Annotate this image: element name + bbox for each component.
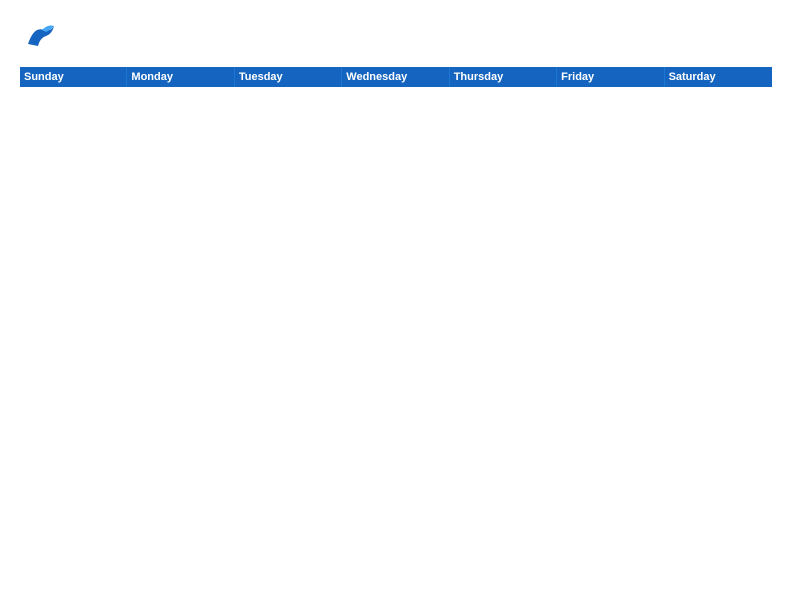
weekday-header-wednesday: Wednesday (342, 67, 449, 87)
calendar-body (20, 87, 772, 602)
logo-icon (20, 16, 58, 59)
calendar-header: SundayMondayTuesdayWednesdayThursdayFrid… (20, 67, 772, 87)
header (20, 16, 772, 59)
weekday-header-saturday: Saturday (665, 67, 772, 87)
weekday-header-monday: Monday (127, 67, 234, 87)
logo (20, 16, 62, 59)
weekday-header-friday: Friday (557, 67, 664, 87)
weekday-header-tuesday: Tuesday (235, 67, 342, 87)
weekday-header-thursday: Thursday (450, 67, 557, 87)
weekday-header-sunday: Sunday (20, 67, 127, 87)
calendar: SundayMondayTuesdayWednesdayThursdayFrid… (20, 67, 772, 602)
page: SundayMondayTuesdayWednesdayThursdayFrid… (0, 0, 792, 612)
